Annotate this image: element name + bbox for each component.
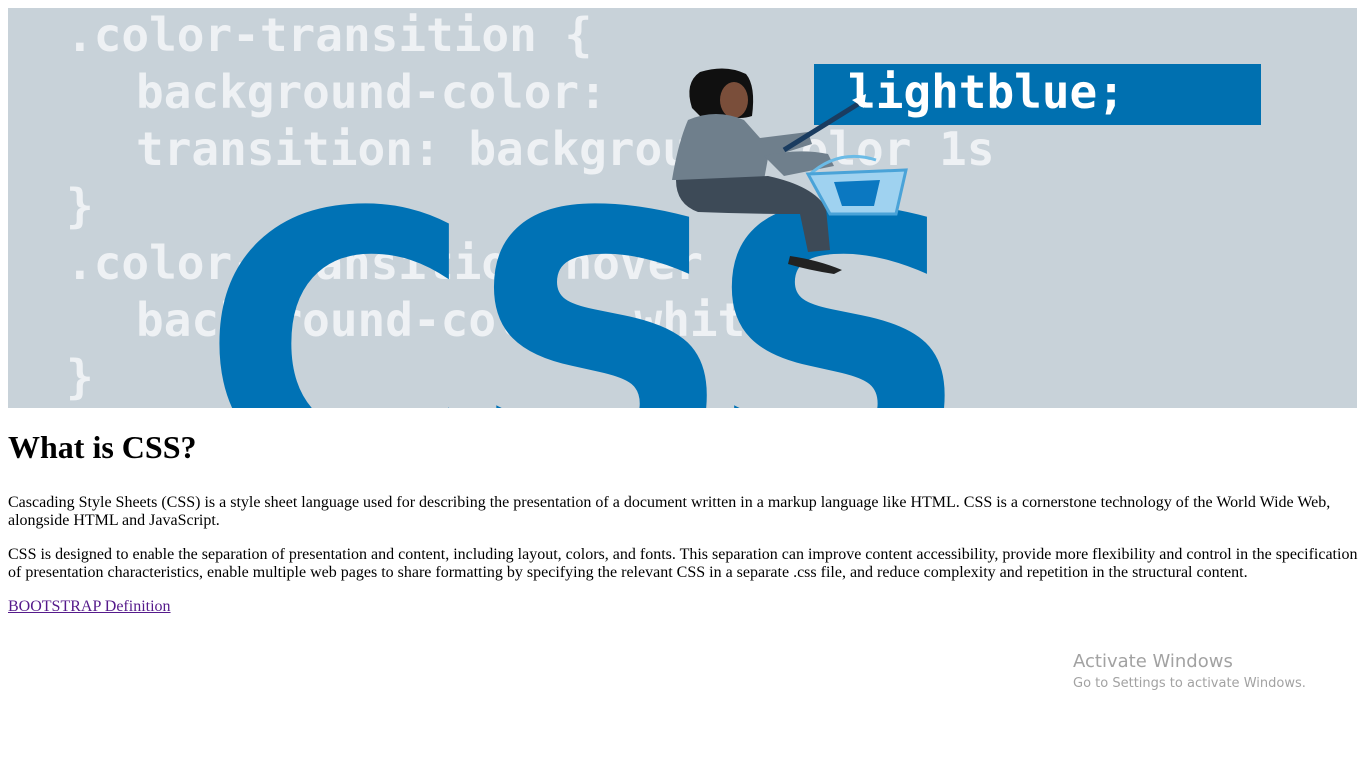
hero-banner-image: .color-transition { background-color: tr… — [8, 8, 1357, 408]
face-shape — [720, 82, 748, 118]
link-container: BOOTSTRAP Definition — [8, 598, 1358, 616]
watermark-subtitle: Go to Settings to activate Windows. — [1073, 676, 1306, 691]
code-line-1: .color-transition { — [66, 8, 592, 62]
watermark-title: Activate Windows — [1073, 651, 1233, 672]
css-banner-illustration: .color-transition { background-color: tr… — [8, 8, 1357, 408]
bootstrap-definition-link[interactable]: BOOTSTRAP Definition — [8, 598, 171, 615]
code-line-7: } — [66, 350, 94, 404]
paint-bucket-fill — [834, 180, 880, 206]
intro-paragraph: Cascading Style Sheets (CSS) is a style … — [8, 494, 1331, 529]
code-line-4: } — [66, 179, 94, 233]
page-heading: What is CSS? — [8, 429, 197, 465]
activate-windows-watermark: Activate Windows Go to Settings to activ… — [1073, 651, 1306, 692]
code-line-2: background-color: — [136, 65, 607, 119]
article-content: What is CSS? Cascading Style Sheets (CSS… — [8, 408, 1358, 616]
highlight-word: lightblue; — [848, 65, 1125, 119]
details-paragraph: CSS is designed to enable the separation… — [8, 546, 1358, 581]
